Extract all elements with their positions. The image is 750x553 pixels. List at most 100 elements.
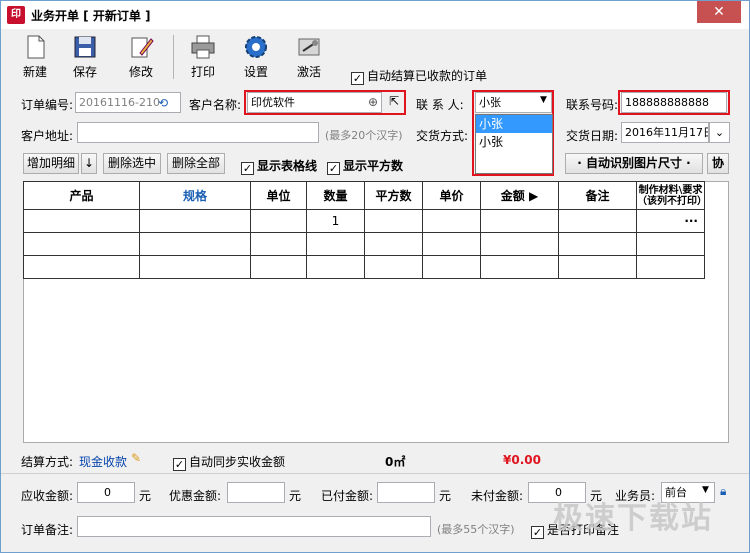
- column-header[interactable]: 金额 ▶: [480, 181, 559, 210]
- refresh-icon[interactable]: ⟲: [158, 96, 168, 110]
- checkbox-checked-icon: ✓: [531, 526, 544, 539]
- table-row[interactable]: 1 ···: [23, 209, 705, 233]
- delivery-date-field[interactable]: 2016年11月17日: [621, 122, 709, 143]
- add-detail-arrow-icon[interactable]: ↓: [81, 153, 97, 174]
- settle-method-label: 结算方式:: [21, 455, 74, 469]
- table-cell[interactable]: [306, 255, 365, 279]
- column-header[interactable]: 产品: [23, 181, 140, 210]
- checkbox-checked-icon: ✓: [351, 72, 364, 85]
- gear-icon: [245, 36, 267, 58]
- auto-settle-checkbox[interactable]: ✓ 自动结算已收款的订单: [351, 67, 487, 85]
- phone-field[interactable]: 188888888888: [621, 92, 727, 113]
- add-detail-button[interactable]: 增加明细: [23, 153, 79, 174]
- more-options-icon[interactable]: ···: [636, 209, 705, 233]
- edit-button[interactable]: 修改: [121, 33, 161, 80]
- table-cell[interactable]: [306, 232, 365, 256]
- save-label: 保存: [72, 65, 97, 79]
- edit-pencil-icon[interactable]: ✎: [131, 451, 141, 465]
- table-cell[interactable]: [480, 209, 559, 233]
- show-area-label: 显示平方数: [343, 159, 404, 173]
- table-cell[interactable]: [139, 209, 251, 233]
- printer-icon: [191, 35, 215, 59]
- table-cell[interactable]: [364, 255, 423, 279]
- settings-button[interactable]: 设置: [236, 33, 276, 80]
- table-cell[interactable]: [636, 232, 705, 256]
- settle-method-link[interactable]: 现金收款: [79, 453, 127, 470]
- contact-option[interactable]: 小张: [476, 115, 552, 133]
- table-cell[interactable]: [636, 255, 705, 279]
- add-customer-icon[interactable]: ⊕: [368, 95, 378, 109]
- assist-button[interactable]: 协: [707, 153, 729, 174]
- table-cell[interactable]: [23, 232, 140, 256]
- column-header[interactable]: 备注: [558, 181, 637, 210]
- discount-field[interactable]: [227, 482, 285, 503]
- save-button[interactable]: 保存: [65, 33, 105, 80]
- new-label: 新建: [22, 65, 47, 79]
- show-area-checkbox[interactable]: ✓ 显示平方数: [327, 157, 403, 175]
- table-cell[interactable]: [480, 232, 559, 256]
- address-field[interactable]: [77, 122, 319, 143]
- delivery-date-label: 交货日期:: [566, 129, 619, 143]
- contact-option[interactable]: 小张: [476, 133, 552, 151]
- unit-label: 元: [439, 489, 452, 503]
- save-disk-icon: [74, 36, 96, 58]
- auto-detect-size-button[interactable]: · 自动识别图片尺寸 ·: [565, 153, 703, 174]
- table-cell[interactable]: [364, 209, 423, 233]
- toolbar: 新建 保存 修改 打印 设置 激活 ✓ 自动结算已收款的订单: [1, 29, 749, 85]
- contact-dropdown[interactable]: 小张 小张: [475, 114, 553, 174]
- auto-sync-label: 自动同步实收金额: [189, 455, 286, 469]
- column-header[interactable]: 单价: [422, 181, 481, 210]
- customer-name-field[interactable]: 印优软件: [247, 92, 382, 113]
- order-grid[interactable]: 产品 规格 单位 数量 平方数 单价 金额 ▶ 备注 制作材料\要求（该列不打印…: [23, 181, 707, 279]
- new-button[interactable]: 新建: [15, 33, 55, 80]
- close-button[interactable]: ✕: [697, 1, 741, 23]
- delete-all-button[interactable]: 删除全部: [167, 153, 225, 174]
- table-cell[interactable]: [139, 232, 251, 256]
- address-label: 客户地址:: [21, 129, 74, 143]
- toolbar-divider: [173, 35, 174, 79]
- calendar-dropdown-icon[interactable]: ⌄: [709, 122, 730, 143]
- table-row[interactable]: [23, 255, 705, 279]
- column-header[interactable]: 单位: [250, 181, 307, 210]
- lock-icon[interactable]: 🔒︎: [720, 484, 726, 499]
- print-button[interactable]: 打印: [183, 33, 223, 80]
- checkbox-checked-icon: ✓: [173, 458, 186, 471]
- notes-field[interactable]: [77, 516, 431, 537]
- column-header[interactable]: 数量: [306, 181, 365, 210]
- table-cell[interactable]: [23, 209, 140, 233]
- table-cell[interactable]: [250, 209, 307, 233]
- table-cell[interactable]: 1: [306, 209, 365, 233]
- table-row[interactable]: [23, 232, 705, 256]
- auto-sync-checkbox[interactable]: ✓ 自动同步实收金额: [173, 453, 285, 471]
- table-cell[interactable]: [422, 255, 481, 279]
- table-cell[interactable]: [139, 255, 251, 279]
- unit-label: 元: [139, 489, 152, 503]
- table-cell[interactable]: [558, 209, 637, 233]
- table-cell[interactable]: [23, 255, 140, 279]
- activate-button[interactable]: 激活: [289, 33, 329, 80]
- order-no-label: 订单编号:: [21, 98, 74, 112]
- table-cell[interactable]: [250, 255, 307, 279]
- unpaid-label: 未付金额:: [471, 489, 524, 503]
- paid-field[interactable]: [377, 482, 435, 503]
- delete-selected-button[interactable]: 删除选中: [103, 153, 161, 174]
- column-header[interactable]: 平方数: [364, 181, 423, 210]
- table-cell[interactable]: [558, 255, 637, 279]
- table-cell[interactable]: [250, 232, 307, 256]
- pointer-select-icon[interactable]: ⇱: [389, 94, 399, 108]
- column-header[interactable]: 规格: [139, 181, 251, 210]
- receivable-field[interactable]: 0: [77, 482, 135, 503]
- table-cell[interactable]: [480, 255, 559, 279]
- table-cell[interactable]: [422, 232, 481, 256]
- activate-label: 激活: [296, 65, 321, 79]
- new-document-icon: [27, 35, 45, 59]
- activate-key-icon: [298, 38, 320, 56]
- show-gridlines-checkbox[interactable]: ✓ 显示表格线: [241, 157, 317, 175]
- column-header[interactable]: 制作材料\要求（该列不打印）: [636, 181, 707, 210]
- table-cell[interactable]: [422, 209, 481, 233]
- table-cell[interactable]: [364, 232, 423, 256]
- table-cell[interactable]: [558, 232, 637, 256]
- settings-label: 设置: [243, 65, 268, 79]
- divider: [1, 473, 749, 474]
- chevron-down-icon[interactable]: ▼: [540, 95, 547, 105]
